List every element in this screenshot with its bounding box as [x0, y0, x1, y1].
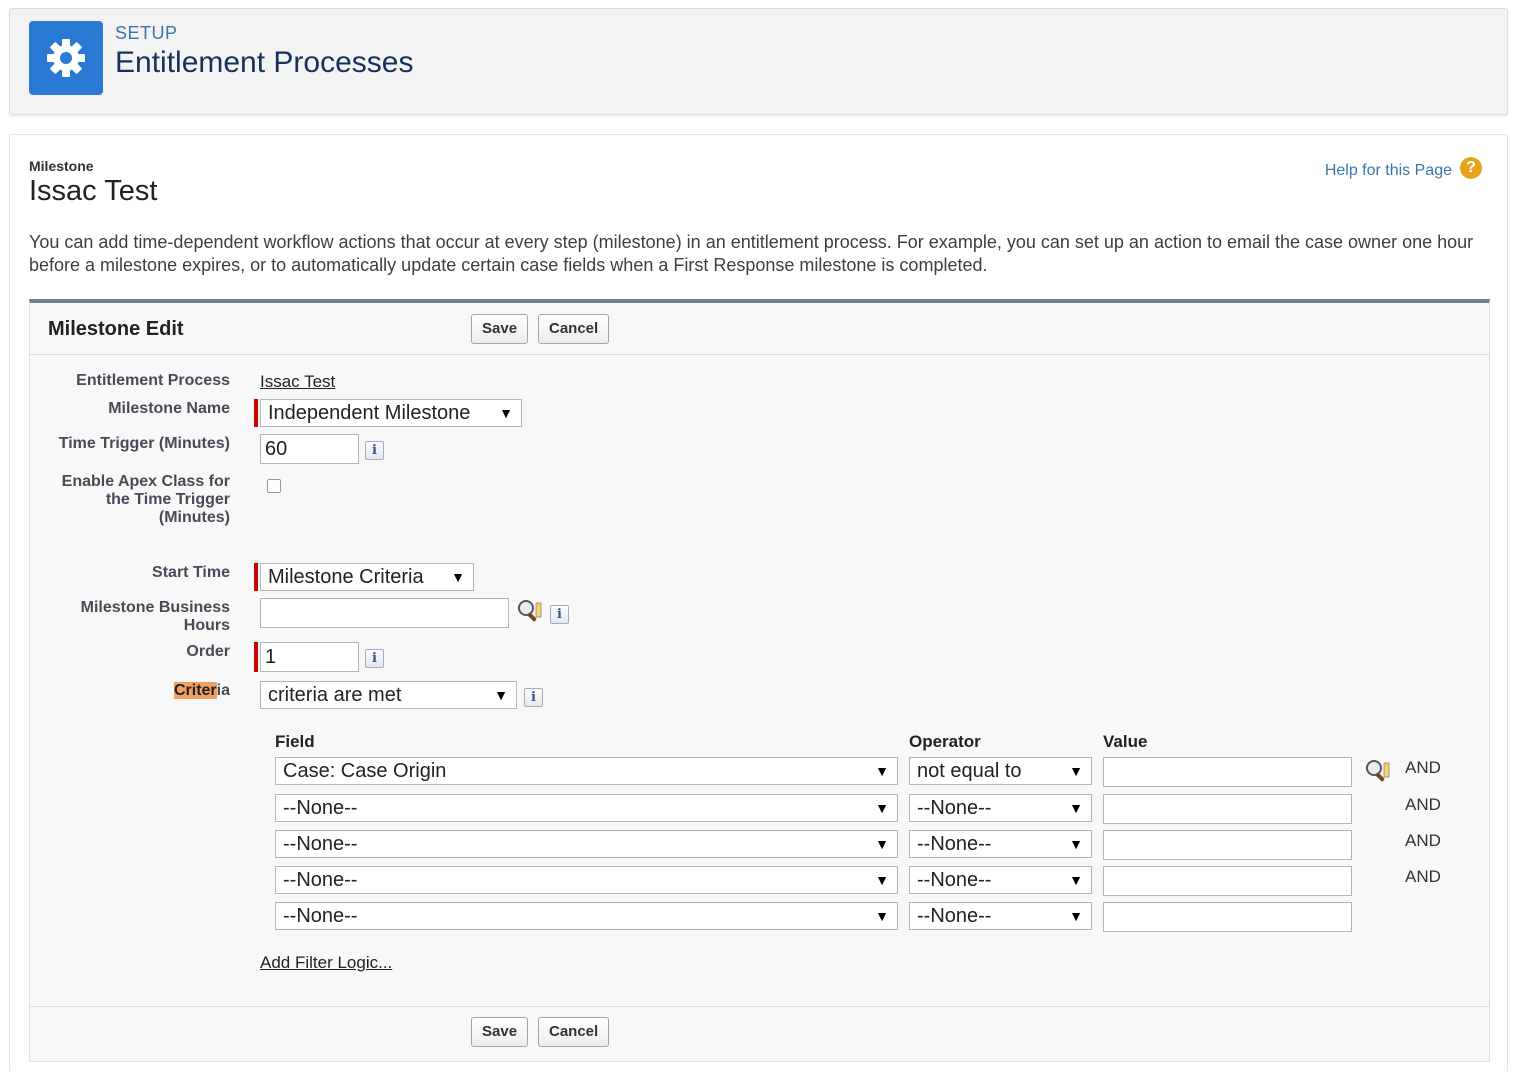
start-time-label: Start Time [152, 564, 230, 581]
criteria-field-value: --None-- [283, 797, 358, 819]
criteria-field-value: Case: Case Origin [283, 760, 447, 782]
start-time-value: Milestone Criteria [268, 566, 424, 588]
lookup-icon[interactable] [516, 599, 542, 623]
and-label: AND [1405, 831, 1441, 850]
dropdown-arrow-icon: ▼ [1069, 763, 1083, 779]
business-hours-input[interactable] [260, 598, 509, 628]
panel-title: Milestone Edit [48, 318, 184, 340]
criteria-value-input[interactable] [1103, 757, 1352, 787]
criteria-label: Criteria [40, 682, 230, 700]
criteria-operator-value: not equal to [917, 760, 1022, 782]
required-indicator [254, 642, 258, 672]
apex-class-label: Enable Apex Class for the Time Trigger (… [40, 473, 230, 527]
cancel-button-top[interactable]: Cancel [538, 314, 610, 344]
dropdown-arrow-icon: ▼ [1069, 836, 1083, 852]
info-icon[interactable]: i [524, 688, 543, 707]
criteria-operator-value: --None-- [917, 869, 992, 891]
setup-header: SETUP Entitlement Processes [9, 8, 1508, 115]
criteria-field-select[interactable]: --None-- ▼ [275, 830, 898, 858]
value-column-header: Value [1103, 732, 1148, 751]
milestone-name-value: Independent Milestone [268, 402, 471, 424]
criteria-field-value: --None-- [283, 869, 358, 891]
gear-icon [29, 21, 103, 95]
required-indicator [254, 399, 258, 427]
operator-column-header: Operator [909, 732, 981, 751]
business-hours-label-line1: Milestone Business [80, 599, 230, 616]
time-trigger-label: Time Trigger (Minutes) [58, 435, 230, 452]
search-highlight: Criter [173, 682, 217, 699]
divider [30, 354, 1489, 355]
apex-class-label-line2: the Time Trigger [105, 491, 230, 508]
dropdown-arrow-icon: ▼ [875, 763, 889, 779]
milestone-name-label: Milestone Name [108, 400, 230, 417]
apex-class-label-line3: (Minutes) [158, 509, 230, 526]
criteria-value: criteria are met [268, 684, 402, 706]
milestone-name-select[interactable]: Independent Milestone ▼ [260, 399, 522, 427]
milestone-edit-panel: Milestone Edit Save Cancel Entitlement P… [29, 299, 1490, 1062]
criteria-field-value: --None-- [283, 905, 358, 927]
required-indicator [254, 563, 258, 591]
criteria-value-input[interactable] [1103, 830, 1352, 860]
info-icon[interactable]: i [550, 605, 569, 624]
criteria-operator-select[interactable]: --None-- ▼ [909, 902, 1092, 930]
and-label: AND [1405, 795, 1441, 814]
business-hours-label-line2: Hours [183, 617, 230, 634]
apex-class-label-line1: Enable Apex Class for [61, 473, 230, 490]
lookup-icon[interactable] [1364, 759, 1390, 783]
add-filter-logic-link[interactable]: Add Filter Logic... [260, 953, 392, 973]
and-label: AND [1405, 758, 1441, 777]
criteria-operator-value: --None-- [917, 833, 992, 855]
criteria-operator-value: --None-- [917, 905, 992, 927]
dropdown-arrow-icon: ▼ [875, 836, 889, 852]
record-name: Issac Test [29, 175, 158, 207]
divider [30, 1006, 1489, 1007]
entitlement-process-link[interactable]: Issac Test [260, 372, 335, 392]
dropdown-arrow-icon: ▼ [875, 908, 889, 924]
setup-label: SETUP [115, 23, 178, 43]
dropdown-arrow-icon: ▼ [875, 872, 889, 888]
time-trigger-input[interactable]: 60 [260, 434, 359, 464]
and-label: AND [1405, 867, 1441, 886]
dropdown-arrow-icon: ▼ [1069, 800, 1083, 816]
criteria-field-select[interactable]: --None-- ▼ [275, 866, 898, 894]
order-input[interactable]: 1 [260, 642, 359, 672]
page-title: Entitlement Processes [115, 46, 414, 79]
criteria-label-rest: ia [216, 682, 230, 699]
criteria-value-input[interactable] [1103, 794, 1352, 824]
cancel-button-bottom[interactable]: Cancel [538, 1017, 610, 1047]
dropdown-arrow-icon: ▼ [451, 569, 465, 585]
entitlement-process-label: Entitlement Process [76, 372, 230, 389]
start-time-select[interactable]: Milestone Criteria ▼ [260, 563, 474, 591]
dropdown-arrow-icon: ▼ [494, 687, 508, 703]
apex-class-checkbox[interactable] [267, 479, 281, 493]
criteria-field-select[interactable]: Case: Case Origin ▼ [275, 757, 898, 785]
info-icon[interactable]: i [365, 441, 384, 460]
criteria-field-select[interactable]: --None-- ▼ [275, 902, 898, 930]
save-button-bottom[interactable]: Save [471, 1017, 529, 1047]
criteria-select[interactable]: criteria are met ▼ [260, 681, 517, 709]
criteria-operator-select[interactable]: --None-- ▼ [909, 830, 1092, 858]
dropdown-arrow-icon: ▼ [1069, 872, 1083, 888]
criteria-operator-select[interactable]: --None-- ▼ [909, 794, 1092, 822]
intro-text: You can add time-dependent workflow acti… [29, 232, 1474, 275]
criteria-field-value: --None-- [283, 833, 358, 855]
business-hours-label: Milestone Business Hours [40, 599, 230, 635]
criteria-operator-value: --None-- [917, 797, 992, 819]
criteria-operator-select[interactable]: not equal to ▼ [909, 757, 1092, 785]
info-icon[interactable]: i [365, 649, 384, 668]
criteria-value-input[interactable] [1103, 866, 1352, 896]
field-column-header: Field [275, 732, 315, 751]
dropdown-arrow-icon: ▼ [875, 800, 889, 816]
criteria-operator-select[interactable]: --None-- ▼ [909, 866, 1092, 894]
save-button-top[interactable]: Save [471, 314, 529, 344]
help-link[interactable]: Help for this Page [1325, 162, 1452, 180]
object-type-label: Milestone [29, 158, 94, 174]
criteria-field-select[interactable]: --None-- ▼ [275, 794, 898, 822]
dropdown-arrow-icon: ▼ [499, 405, 513, 421]
dropdown-arrow-icon: ▼ [1069, 908, 1083, 924]
criteria-value-input[interactable] [1103, 902, 1352, 932]
help-icon[interactable]: ? [1460, 157, 1482, 179]
page-content: Milestone Issac Test Help for this Page … [9, 134, 1508, 1072]
order-label: Order [186, 643, 230, 660]
